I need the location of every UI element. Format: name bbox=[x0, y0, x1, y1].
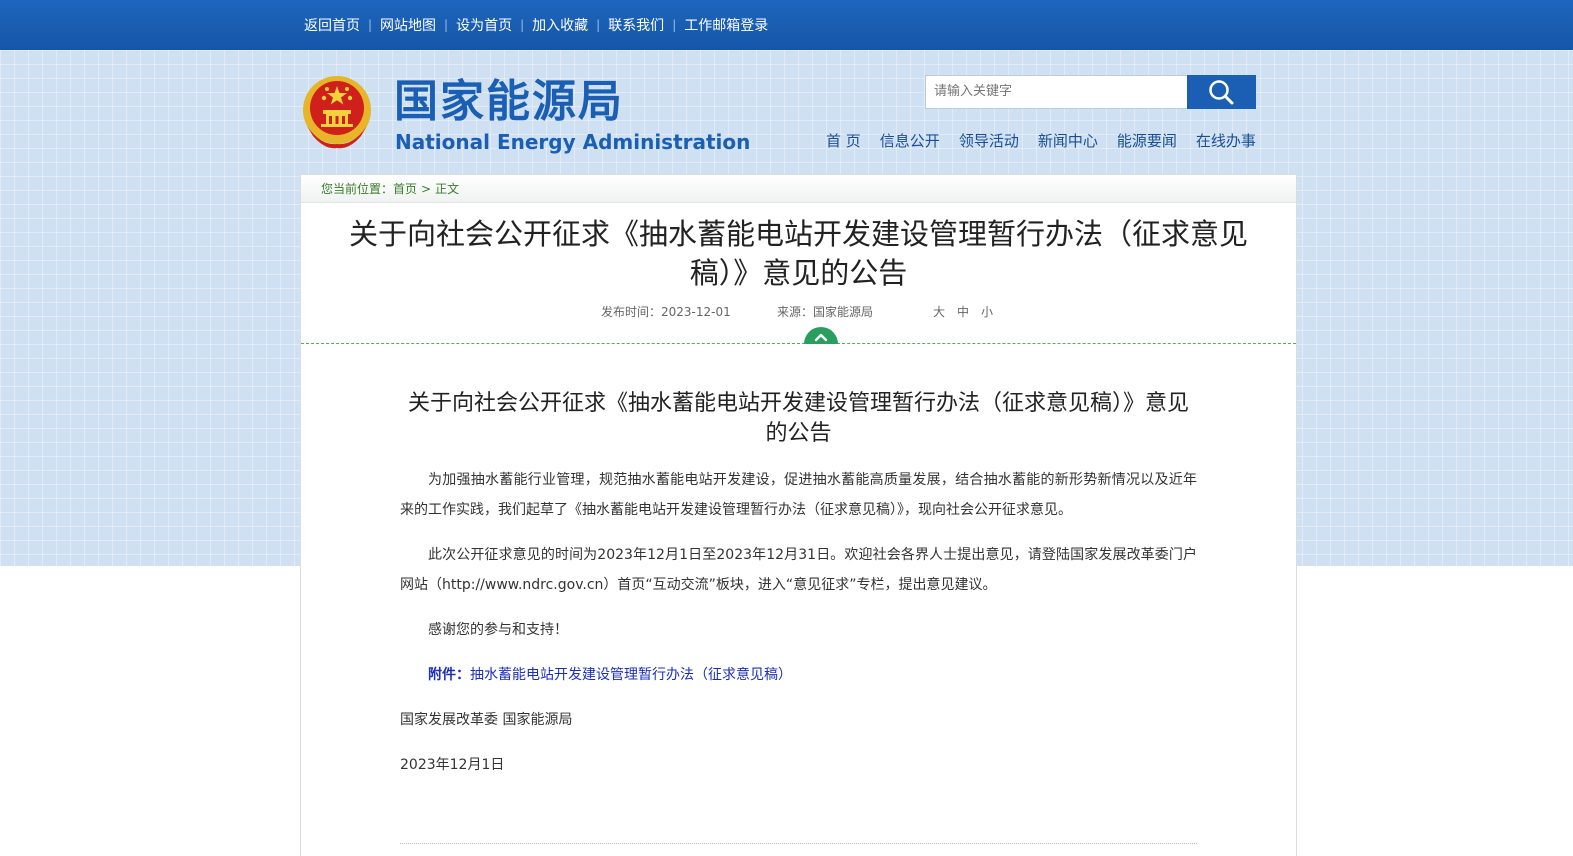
breadcrumb-prefix: 您当前位置： bbox=[321, 182, 394, 196]
article-title: 关于向社会公开征求《抽水蓄能电站开发建设管理暂行办法（征求意见稿）》意见的公告 bbox=[348, 217, 1248, 290]
top-link-separator: | bbox=[444, 18, 449, 32]
top-link-separator: | bbox=[672, 18, 677, 32]
search-button[interactable] bbox=[1187, 75, 1256, 109]
nav-info-disclosure[interactable]: 信息公开 bbox=[880, 130, 940, 151]
collapse-button[interactable] bbox=[804, 327, 838, 344]
breadcrumb-arrow: > bbox=[421, 182, 432, 196]
top-link-contact[interactable]: 联系我们 bbox=[608, 15, 664, 35]
article-body: 为加强抽水蓄能行业管理，规范抽水蓄能电站开发建设，促进抽水蓄能高质量发展，结合抽… bbox=[400, 465, 1197, 795]
signature: 国家发展改革委 国家能源局 bbox=[400, 712, 573, 728]
logo-chinese-name: 国家能源局 bbox=[394, 76, 624, 127]
top-link-bookmark[interactable]: 加入收藏 bbox=[532, 15, 588, 35]
bottom-divider bbox=[400, 843, 1197, 844]
logo-english-name: National Energy Administration bbox=[395, 130, 751, 154]
attachment: 附件：抽水蓄能电站开发建设管理暂行办法（征求意见稿） bbox=[400, 660, 1197, 690]
top-link-set-homepage[interactable]: 设为首页 bbox=[456, 15, 512, 35]
article-paragraph: 此次公开征求意见的时间为2023年12月1日至2023年12月31日。欢迎社会各… bbox=[400, 547, 1197, 593]
top-link-sitemap[interactable]: 网站地图 bbox=[380, 15, 436, 35]
top-link-separator: | bbox=[596, 18, 601, 32]
top-link-home[interactable]: 返回首页 bbox=[304, 15, 360, 35]
article-panel: 您当前位置：首页 > 正文 关于向社会公开征求《抽水蓄能电站开发建设管理暂行办法（征… bbox=[300, 174, 1297, 856]
nav-online-services[interactable]: 在线办事 bbox=[1196, 130, 1256, 151]
top-link-separator: | bbox=[368, 18, 373, 32]
font-size-large[interactable]: 大 bbox=[933, 305, 945, 319]
font-size-small[interactable]: 小 bbox=[981, 305, 993, 319]
publish-date: 发布时间：2023-12-01 bbox=[601, 305, 731, 319]
header-divider bbox=[301, 343, 1296, 344]
breadcrumb-current: 正文 bbox=[435, 182, 460, 196]
top-link-work-email[interactable]: 工作邮箱登录 bbox=[684, 15, 768, 35]
nav-energy-news[interactable]: 能源要闻 bbox=[1117, 130, 1177, 151]
article-source: 来源：国家能源局 bbox=[777, 305, 874, 319]
nav-leader-activities[interactable]: 领导活动 bbox=[959, 130, 1019, 151]
attachment-label: 附件： bbox=[428, 667, 470, 683]
breadcrumb-home[interactable]: 首页 bbox=[393, 182, 417, 196]
article-paragraph: 为加强抽水蓄能行业管理，规范抽水蓄能电站开发建设，促进抽水蓄能高质量发展，结合抽… bbox=[400, 472, 1197, 518]
top-links: 返回首页 | 网站地图 | 设为首页 | 加入收藏 | 联系我们 | 工作邮箱登… bbox=[304, 15, 768, 35]
nav-news-center[interactable]: 新闻中心 bbox=[1038, 130, 1098, 151]
top-link-separator: | bbox=[520, 18, 525, 32]
top-bar: 返回首页 | 网站地图 | 设为首页 | 加入收藏 | 联系我们 | 工作邮箱登… bbox=[0, 0, 1573, 50]
search-box bbox=[925, 75, 1187, 109]
article-paragraph: 感谢您的参与和支持！ bbox=[428, 622, 568, 638]
attachment-link[interactable]: 抽水蓄能电站开发建设管理暂行办法（征求意见稿） bbox=[470, 667, 792, 683]
search-input[interactable] bbox=[934, 76, 1179, 107]
breadcrumb: 您当前位置：首页 > 正文 bbox=[301, 175, 1296, 203]
signature-date: 2023年12月1日 bbox=[400, 757, 505, 773]
main-navigation: 首 页 信息公开 领导活动 新闻中心 能源要闻 在线办事 bbox=[826, 128, 1256, 152]
font-size-medium[interactable]: 中 bbox=[957, 305, 969, 319]
search-icon bbox=[1208, 80, 1233, 105]
national-emblem-icon bbox=[301, 74, 373, 150]
article-inner-title: 关于向社会公开征求《抽水蓄能电站开发建设管理暂行办法（征求意见稿）》意见的公告 bbox=[407, 391, 1189, 446]
font-size-switcher: 大中小 bbox=[933, 303, 1005, 320]
chevron-up-icon bbox=[814, 333, 828, 342]
article-meta: 发布时间：2023-12-01 来源：国家能源局 大中小 bbox=[301, 303, 1296, 321]
nav-home[interactable]: 首 页 bbox=[826, 130, 861, 151]
